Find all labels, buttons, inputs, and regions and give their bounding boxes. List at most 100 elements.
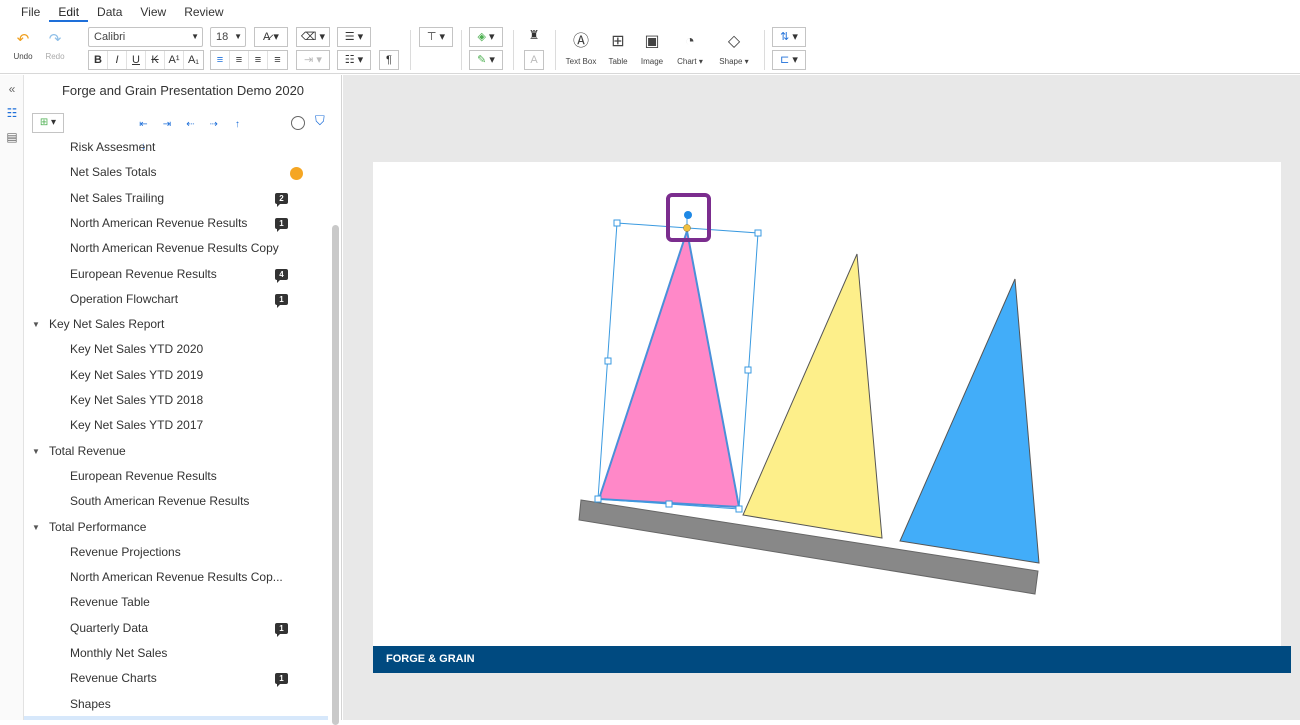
- outline-item[interactable]: Key Net Sales YTD 2019: [24, 363, 328, 388]
- outline-item[interactable]: Net Sales Trailing 2: [24, 186, 328, 211]
- format-painter-button[interactable]: ♜: [524, 28, 544, 48]
- underline-icon[interactable]: U: [127, 51, 146, 69]
- vertical-align-button[interactable]: ⊤ ▾: [419, 27, 453, 47]
- outline-item[interactable]: Net Sales Totals: [24, 160, 328, 185]
- expand-toggle-icon[interactable]: ▼: [32, 439, 40, 464]
- redo-button[interactable]: ↷ Redo: [38, 28, 72, 68]
- outline-item[interactable]: Operation Flowchart 1: [24, 287, 328, 312]
- outline-item[interactable]: Key Net Sales YTD 2018: [24, 388, 328, 413]
- outline-section[interactable]: ▼ Total Revenue: [24, 439, 328, 464]
- pink-triangle-shape[interactable]: [597, 230, 741, 509]
- insert-text-box-button[interactable]: Ⓐ Text Box: [561, 27, 601, 71]
- menu-data[interactable]: Data: [88, 2, 131, 22]
- outline-item[interactable]: Key Net Sales YTD 2020: [24, 337, 328, 362]
- line-color-button[interactable]: ✎ ▾: [469, 50, 503, 70]
- align-left-icon[interactable]: ≡: [211, 51, 230, 69]
- italic-icon[interactable]: I: [108, 51, 127, 69]
- strikethrough-icon[interactable]: K: [146, 51, 165, 69]
- toolbar-divider: [555, 30, 556, 70]
- comment-count-badge[interactable]: 1: [275, 293, 288, 308]
- subscript-icon[interactable]: A₁: [184, 51, 203, 69]
- move-left-icon[interactable]: ⇠: [181, 115, 200, 135]
- resize-handle[interactable]: [744, 366, 752, 374]
- comment-count-badge[interactable]: 1: [275, 622, 288, 637]
- resize-handle[interactable]: [613, 219, 621, 227]
- menu-view[interactable]: View: [131, 2, 175, 22]
- outline-item[interactable]: European Revenue Results 4: [24, 262, 328, 287]
- blue-triangle-shape[interactable]: [899, 278, 1040, 564]
- circle-toggle-icon[interactable]: [291, 116, 305, 130]
- comments-icon[interactable]: ▤: [0, 125, 24, 149]
- rotation-handle[interactable]: [684, 211, 692, 219]
- move-right-icon[interactable]: ⇢: [204, 115, 223, 135]
- add-slide-button[interactable]: ⊞ ▾: [32, 113, 64, 133]
- indent-button[interactable]: ⇥ ▾: [296, 50, 330, 70]
- font-family-select[interactable]: Calibri ▼: [88, 27, 203, 47]
- resize-handle[interactable]: [754, 229, 762, 237]
- outline-item[interactable]: Revenue Charts 1: [24, 666, 328, 691]
- yellow-triangle-shape[interactable]: [742, 253, 883, 539]
- menu-file[interactable]: File: [12, 2, 49, 22]
- resize-handle[interactable]: [604, 357, 612, 365]
- outdent-icon[interactable]: ⇥: [157, 115, 176, 135]
- adjust-handle[interactable]: [683, 224, 691, 232]
- outline-item[interactable]: North American Revenue Results Cop...: [24, 565, 328, 590]
- insert-chart-button[interactable]: ◔ Chart ▾: [670, 27, 710, 71]
- outline-item-label: North American Revenue Results Copy: [70, 241, 279, 256]
- superscript-icon[interactable]: A¹: [165, 51, 184, 69]
- shape-label: Shape: [719, 57, 743, 66]
- align-right-icon[interactable]: ≡: [249, 51, 268, 69]
- outline-item[interactable]: South American Revenue Results: [24, 489, 328, 514]
- font-size-select[interactable]: 18 ▼: [210, 27, 246, 47]
- paragraph-button[interactable]: ¶: [379, 50, 399, 70]
- outline-item-label: North American Revenue Results: [70, 215, 248, 230]
- outline-item[interactable]: Quarterly Data 1: [24, 616, 328, 641]
- outline-section[interactable]: ▼ Key Net Sales Report: [24, 312, 328, 337]
- outline-icon[interactable]: ☷: [0, 101, 24, 125]
- bullet-list-button[interactable]: ☰ ▾: [337, 27, 371, 47]
- outline-item[interactable]: Monthly Net Sales: [24, 641, 328, 666]
- outline-scrollbar[interactable]: [332, 225, 339, 725]
- menu-edit[interactable]: Edit: [49, 2, 89, 22]
- clear-format-button[interactable]: A̷ ▾: [254, 27, 288, 47]
- align-center-icon[interactable]: ≡: [230, 51, 249, 69]
- outline-item[interactable]: Revenue Table: [24, 590, 328, 615]
- resize-handle[interactable]: [735, 505, 743, 513]
- expand-toggle-icon[interactable]: ▼: [32, 515, 40, 540]
- outline-item[interactable]: Risk Assesment: [24, 139, 328, 160]
- numbered-list-button[interactable]: ☷ ▾: [337, 50, 371, 70]
- outline-item[interactable]: Key Net Sales YTD 2017: [24, 413, 328, 438]
- outline-item[interactable]: Shapes: [24, 692, 328, 717]
- indent-icon[interactable]: ⇤: [134, 115, 153, 135]
- justify-icon[interactable]: ≡: [268, 51, 287, 69]
- align-objects-button[interactable]: ⊏ ▾: [772, 50, 806, 70]
- menu-review[interactable]: Review: [175, 2, 232, 22]
- arrange-button[interactable]: ⇅ ▾: [772, 27, 806, 47]
- insert-image-button[interactable]: ▣ Image: [632, 27, 672, 71]
- filter-icon[interactable]: ⛉: [315, 113, 325, 133]
- outline-tree: Risk Assesment Net Sales Totals Net Sales …: [24, 139, 328, 720]
- expand-toggle-icon[interactable]: ▼: [32, 312, 40, 337]
- outline-item[interactable]: North American Revenue Results 1: [24, 211, 328, 236]
- bold-icon[interactable]: B: [89, 51, 108, 69]
- outline-section[interactable]: ▼ Total Performance: [24, 515, 328, 540]
- move-up-icon[interactable]: ↑: [228, 115, 247, 135]
- table-label: Table: [608, 57, 628, 66]
- undo-icon: ↶: [16, 31, 30, 48]
- resize-handle[interactable]: [594, 495, 602, 503]
- fill-color-button[interactable]: ◈ ▾: [469, 27, 503, 47]
- resize-handle[interactable]: [665, 500, 673, 508]
- clear-style-button[interactable]: ⌫ ▾: [296, 27, 330, 47]
- text-effect-button[interactable]: A: [524, 50, 544, 70]
- outline-item[interactable]: European Revenue Results: [24, 464, 328, 489]
- undo-button[interactable]: ↶ Undo: [6, 28, 40, 68]
- collapse-icon[interactable]: «: [0, 77, 24, 101]
- comment-count-badge[interactable]: 1: [275, 673, 288, 688]
- comment-count-badge[interactable]: 4: [275, 268, 288, 283]
- vertical-align-icon: ⊤ ▾: [426, 31, 446, 43]
- outline-item[interactable]: North American Revenue Results Copy: [24, 236, 328, 261]
- comment-count-badge[interactable]: 2: [275, 192, 288, 207]
- comment-count-badge[interactable]: 1: [275, 217, 288, 232]
- outline-item[interactable]: Revenue Projections: [24, 540, 328, 565]
- insert-shape-button[interactable]: ◇ Shape ▾: [714, 27, 754, 71]
